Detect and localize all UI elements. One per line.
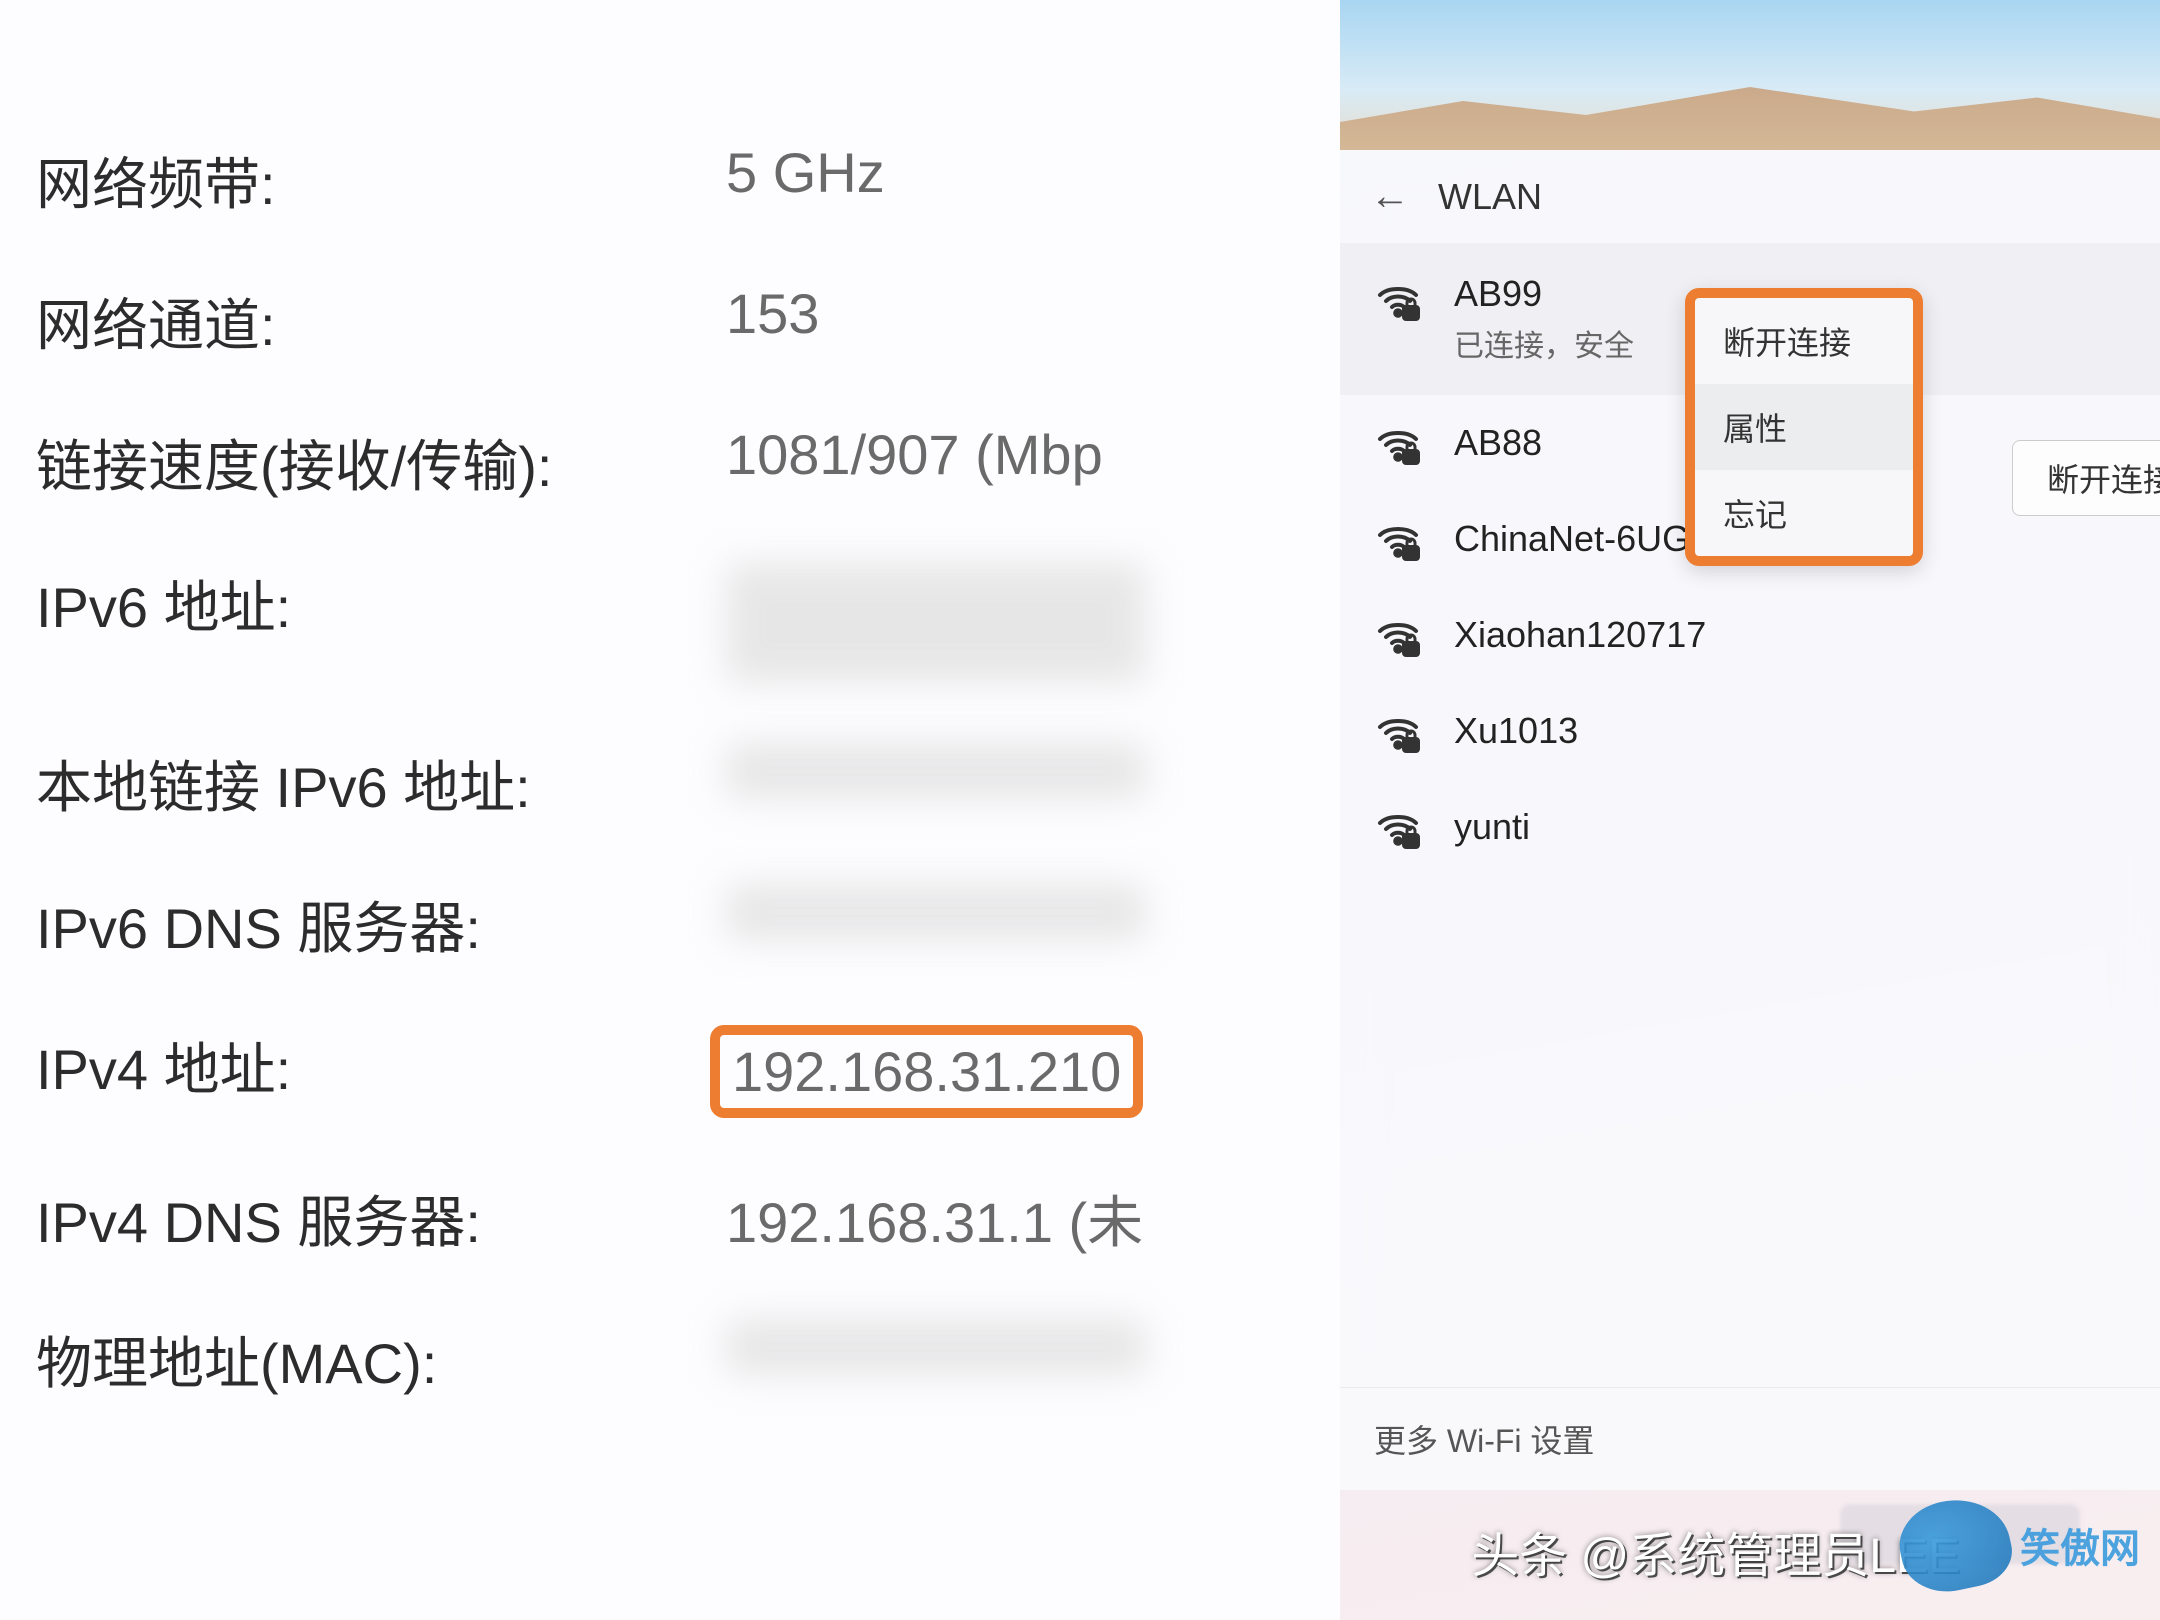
info-label: 网络通道: [36,281,726,362]
network-info-row: 网络通道:153 [36,281,1310,362]
wifi-text: Xu1013 [1454,710,1578,752]
wifi-secured-icon [1374,613,1422,661]
info-value: 5 GHz [726,140,885,205]
ipv4-highlight-box: 192.168.31.210 [710,1025,1143,1118]
desktop-wallpaper [1340,0,2160,150]
network-info-row: 链接速度(接收/传输):1081/907 (Mbp [36,422,1310,503]
info-label: IPv4 DNS 服务器: [36,1178,726,1259]
wifi-text: AB99 已连接，安全 [1454,273,1634,365]
wifi-context-menu: 断开连接属性忘记 [1685,288,1923,566]
info-value-redacted [726,1319,1146,1375]
wifi-secured-icon [1374,277,1422,325]
info-value-redacted [726,884,1146,940]
wifi-name: Xiaohan120717 [1454,614,1706,656]
wlan-flyout-panel: ← WLAN AB99已连接，安全 AB88 ChinaNet-6UGHVN X… [1340,0,2160,1620]
info-label: 本地链接 IPv6 地址: [36,743,726,824]
author-watermark: 头条 @系统管理员LEE [1471,1516,1960,1586]
network-info-row: 网络频带:5 GHz [36,140,1310,221]
wallpaper-mountain [1340,80,2160,150]
network-details-panel: 网络频带:5 GHz 网络通道:153 链接速度(接收/传输):1081/907 (… [0,0,1340,1620]
site-name: 笑傲网 [2020,1516,2140,1574]
info-value: 153 [726,281,819,346]
info-label: 链接速度(接收/传输): [36,422,726,503]
info-value-redacted [726,743,1146,799]
disconnect-button[interactable]: 断开连接 [2012,440,2160,516]
wlan-title: WLAN [1438,176,1542,218]
back-arrow-icon[interactable]: ← [1370,174,1410,219]
network-info-row: 本地链接 IPv6 地址: [36,743,1310,824]
info-label: IPv6 DNS 服务器: [36,884,726,965]
info-value: 1081/907 (Mbp [726,422,1103,487]
wifi-name: Xu1013 [1454,710,1578,752]
wifi-name: AB88 [1454,422,1542,464]
wifi-name: yunti [1454,806,1530,848]
wifi-name: AB99 [1454,273,1634,315]
wifi-secured-icon [1374,805,1422,853]
info-label: 网络频带: [36,140,726,221]
context-menu-item[interactable]: 属性 [1695,384,1913,470]
site-watermark: 笑傲网 [1900,1500,2140,1590]
wifi-secured-icon [1374,421,1422,469]
wifi-status: 已连接，安全 [1454,321,1634,365]
context-menu-item[interactable]: 忘记 [1695,470,1913,556]
info-label: IPv6 地址: [36,563,726,644]
network-info-row: IPv4 DNS 服务器:192.168.31.1 (未 [36,1178,1310,1259]
info-value: 192.168.31.210 [732,1040,1121,1103]
network-info-row: IPv6 地址: [36,563,1310,683]
context-menu-item[interactable]: 断开连接 [1695,298,1913,384]
network-info-row: 物理地址(MAC): [36,1319,1310,1400]
wifi-text: Xiaohan120717 [1454,614,1706,656]
info-value: 192.168.31.1 (未 [726,1178,1143,1259]
wifi-network-item[interactable]: yunti [1340,779,2160,875]
info-value-redacted [726,563,1146,683]
more-wifi-settings-link[interactable]: 更多 Wi-Fi 设置 [1340,1387,2160,1490]
wifi-secured-icon [1374,709,1422,757]
wifi-network-item[interactable]: Xiaohan120717 [1340,587,2160,683]
network-info-row: IPv4 地址:192.168.31.210 [36,1025,1310,1118]
info-label: 物理地址(MAC): [36,1319,726,1400]
wifi-text: AB88 [1454,422,1542,464]
wifi-secured-icon [1374,517,1422,565]
info-label: IPv4 地址: [36,1025,726,1106]
dolphin-icon [1892,1490,2018,1601]
wlan-header: ← WLAN [1340,150,2160,243]
wifi-text: yunti [1454,806,1530,848]
wifi-network-item[interactable]: Xu1013 [1340,683,2160,779]
network-info-row: IPv6 DNS 服务器: [36,884,1310,965]
